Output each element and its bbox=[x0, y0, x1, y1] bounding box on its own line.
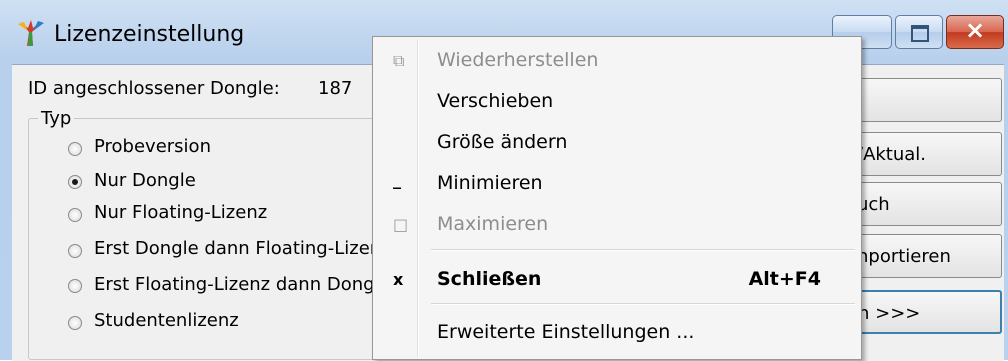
menu-item-label: Größe ändern bbox=[437, 131, 568, 153]
dongle-id-label: ID angeschlossener Dongle: bbox=[28, 78, 280, 99]
close-icon: x bbox=[393, 270, 404, 289]
license-type-group-label: Typ bbox=[38, 108, 75, 129]
dongle-id-value: 187 bbox=[318, 78, 353, 99]
close-button[interactable]: × bbox=[946, 15, 1004, 49]
menu-item-advanced-settings[interactable]: Erweiterte Einstellungen ... bbox=[373, 315, 861, 351]
right-button-3[interactable]: uch bbox=[846, 182, 1002, 226]
menu-item-label: Schließen bbox=[437, 268, 542, 290]
menu-item-label: Wiederherstellen bbox=[437, 49, 599, 71]
radio-label: Erst Dongle dann Floating-Lizer bbox=[94, 238, 378, 259]
radio-label: Probeversion bbox=[94, 136, 211, 157]
restore-icon: ⧉ bbox=[393, 51, 405, 70]
maximize-button[interactable] bbox=[895, 15, 943, 49]
system-context-menu: ⧉ Wiederherstellen Verschieben Größe änd… bbox=[372, 36, 862, 360]
radio-button[interactable] bbox=[68, 316, 82, 330]
menu-item-restore[interactable]: ⧉ Wiederherstellen bbox=[373, 43, 861, 79]
button-label: nportieren bbox=[857, 246, 951, 267]
minimize-icon: _ bbox=[393, 170, 401, 189]
menu-item-close[interactable]: x Schließen Alt+F4 bbox=[373, 262, 861, 298]
license-settings-window: Lizenzeinstellung × ID angeschlossener D… bbox=[0, 0, 1008, 361]
radio-button[interactable] bbox=[68, 175, 82, 189]
radio-button[interactable] bbox=[68, 208, 82, 222]
maximize-icon bbox=[911, 25, 929, 42]
app-logo-icon bbox=[18, 20, 44, 46]
right-button-4[interactable]: nportieren bbox=[846, 234, 1002, 278]
maximize-icon: □ bbox=[393, 215, 409, 234]
right-button-5[interactable]: n >>> bbox=[846, 290, 1002, 334]
menu-separator bbox=[431, 249, 855, 251]
menu-separator bbox=[431, 303, 855, 305]
radio-button[interactable] bbox=[68, 244, 82, 258]
radio-label: Studentenlizenz bbox=[94, 310, 239, 331]
menu-item-resize[interactable]: Größe ändern bbox=[373, 125, 861, 161]
radio-label: Nur Dongle bbox=[94, 170, 196, 191]
menu-item-label: Maximieren bbox=[437, 213, 549, 235]
window-title: Lizenzeinstellung bbox=[54, 22, 245, 47]
radio-label: Erst Floating-Lizenz dann Dong bbox=[94, 274, 375, 295]
radio-button[interactable] bbox=[68, 142, 82, 156]
menu-item-maximize[interactable]: □ Maximieren bbox=[373, 207, 861, 243]
right-button-1[interactable] bbox=[846, 78, 1002, 122]
close-icon: × bbox=[965, 16, 986, 44]
menu-item-move[interactable]: Verschieben bbox=[373, 84, 861, 120]
menu-item-minimize[interactable]: _ Minimieren bbox=[373, 166, 861, 202]
menu-item-shortcut: Alt+F4 bbox=[748, 268, 821, 290]
right-button-2[interactable]: /Aktual. bbox=[846, 132, 1002, 176]
button-label: n >>> bbox=[858, 303, 921, 324]
menu-item-label: Erweiterte Einstellungen ... bbox=[437, 321, 695, 343]
radio-button[interactable] bbox=[68, 279, 82, 293]
button-label: /Aktual. bbox=[857, 144, 927, 165]
radio-label: Nur Floating-Lizenz bbox=[94, 202, 268, 223]
menu-item-label: Minimieren bbox=[437, 172, 543, 194]
menu-item-label: Verschieben bbox=[437, 90, 554, 112]
